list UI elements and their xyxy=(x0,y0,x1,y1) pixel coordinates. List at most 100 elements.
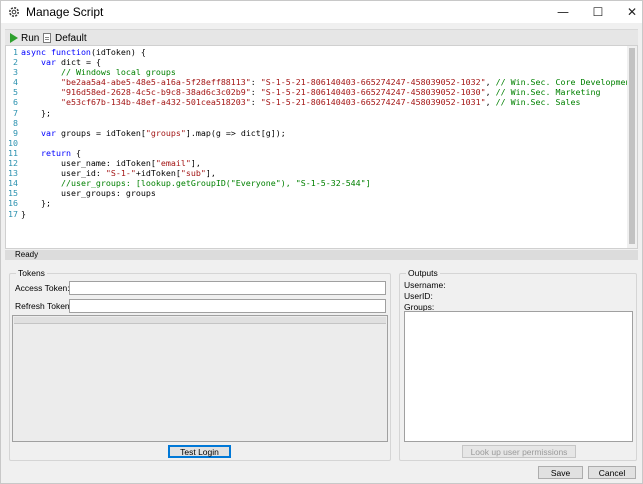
line-number: 4 xyxy=(13,77,18,88)
cancel-button[interactable]: Cancel xyxy=(588,466,636,479)
code-token: "S-1-5-21-806140403-665274247-458039052-… xyxy=(260,77,486,88)
code-token: , xyxy=(485,87,496,98)
code-text: } xyxy=(21,209,26,219)
refresh-token-input[interactable] xyxy=(69,299,386,313)
code-text: }; xyxy=(21,108,51,118)
line-number: 1 xyxy=(13,47,18,57)
code-text: async function(idToken) { xyxy=(21,47,146,57)
code-line: 16 }; xyxy=(6,198,627,208)
status-bar: Ready xyxy=(5,250,638,260)
code-line: 12 user_name: idToken["email"], xyxy=(6,158,627,168)
code-token: : xyxy=(250,87,261,98)
code-token: // Win.Sec. Sales xyxy=(495,97,581,108)
code-token: var xyxy=(40,57,56,68)
code-token: } xyxy=(21,208,26,219)
token-details-header xyxy=(14,317,386,324)
maximize-button[interactable]: ☐ xyxy=(581,1,615,23)
line-number: 11 xyxy=(8,147,18,158)
access-token-input[interactable] xyxy=(69,281,386,295)
code-token: { xyxy=(70,147,81,158)
line-number: 8 xyxy=(13,117,18,128)
code-token: "S-1-5-21-806140403-665274247-458039052-… xyxy=(260,87,486,98)
code-token: : xyxy=(250,77,261,88)
scrollbar-thumb[interactable] xyxy=(629,48,635,244)
toolbar: Run Default xyxy=(5,29,638,45)
code-text: var dict = { xyxy=(21,57,101,67)
manage-script-window: Manage Script — ☐ ✕ Run Default 1 async f… xyxy=(0,0,643,484)
code-token: return xyxy=(40,147,71,158)
code-token: //user_groups: [lookup.getGroupID("Every… xyxy=(60,178,371,189)
line-number: 2 xyxy=(13,57,18,68)
code-token: , xyxy=(485,97,496,108)
default-label: Default xyxy=(55,32,87,44)
code-token: "S-1-5-21-806140403-665274247-458039052-… xyxy=(260,97,486,108)
code-text: }; xyxy=(21,198,51,208)
refresh-token-label: Refresh Token: xyxy=(15,301,73,311)
close-button[interactable]: ✕ xyxy=(615,1,643,23)
code-token: user_name: idToken[ xyxy=(21,158,156,169)
access-token-label: Access Token: xyxy=(15,283,70,293)
code-token: "be2aa5a4-abe5-48e5-a16a-5f28eff88113" xyxy=(60,77,251,88)
code-token: dict = { xyxy=(55,57,101,68)
code-token: "sub" xyxy=(180,168,206,179)
code-token: user_id: xyxy=(21,168,106,179)
test-login-button[interactable]: Test Login xyxy=(168,445,231,458)
code-token: async function xyxy=(21,47,91,57)
code-token: // Windows local groups xyxy=(60,67,176,78)
line-number: 15 xyxy=(8,188,18,199)
code-token: // Win.Sec. Marketing xyxy=(495,87,601,98)
code-token: ], xyxy=(205,168,216,179)
token-details-box[interactable] xyxy=(12,315,388,442)
code-token: "916d58ed-2628-4c5c-b9c8-38ad6c3c02b9" xyxy=(60,87,251,98)
code-text: user_name: idToken["email"], xyxy=(21,158,201,168)
look-up-permissions-button[interactable]: Look up user permissions xyxy=(462,445,576,458)
run-label: Run xyxy=(21,32,40,44)
code-area[interactable]: 1 async function(idToken) {2 var dict = {… xyxy=(6,47,635,219)
code-text: return { xyxy=(21,148,81,158)
default-button[interactable]: Default xyxy=(43,31,87,45)
code-token: , xyxy=(485,77,496,88)
code-line: 17} xyxy=(6,209,627,219)
code-token: ].map(g => dict[g]); xyxy=(185,127,286,138)
document-icon xyxy=(43,33,51,43)
code-token: +idToken[ xyxy=(135,168,181,179)
code-line: 8 xyxy=(6,118,627,128)
code-line: 9 var groups = idToken["groups"].map(g =… xyxy=(6,128,627,138)
save-button[interactable]: Save xyxy=(538,466,583,479)
code-text: var groups = idToken["groups"].map(g => … xyxy=(21,128,286,138)
title-bar: Manage Script — ☐ ✕ xyxy=(1,1,642,23)
vertical-scrollbar[interactable] xyxy=(627,46,637,248)
code-line: 15 user_groups: groups xyxy=(6,188,627,198)
line-number: 16 xyxy=(8,198,18,209)
code-token: "groups" xyxy=(145,127,186,138)
minimize-button[interactable]: — xyxy=(546,1,580,23)
code-line: 10 xyxy=(6,138,627,148)
code-token: user_groups: groups xyxy=(21,188,156,199)
run-button[interactable]: Run xyxy=(10,31,39,45)
code-text: //user_groups: [lookup.getGroupID("Every… xyxy=(21,178,371,188)
script-editor[interactable]: 1 async function(idToken) {2 var dict = {… xyxy=(5,45,638,249)
groups-list[interactable] xyxy=(404,311,633,442)
code-token: "S-1-" xyxy=(105,168,136,179)
code-line: 7 }; xyxy=(6,108,627,118)
code-line: 1 async function(idToken) { xyxy=(6,47,627,57)
code-token: var xyxy=(40,127,56,138)
code-line: 5 "916d58ed-2628-4c5c-b9c8-38ad6c3c02b9"… xyxy=(6,87,627,97)
line-number: 9 xyxy=(13,127,18,138)
line-number: 7 xyxy=(13,107,18,118)
gear-icon xyxy=(9,7,19,17)
username-label: Username: xyxy=(404,280,446,290)
code-text: user_id: "S-1-"+idToken["sub"], xyxy=(21,168,216,178)
code-text: "be2aa5a4-abe5-48e5-a16a-5f28eff88113": … xyxy=(21,77,636,88)
code-token: }; xyxy=(21,107,51,118)
line-number: 6 xyxy=(13,97,18,108)
line-number: 14 xyxy=(8,178,18,189)
